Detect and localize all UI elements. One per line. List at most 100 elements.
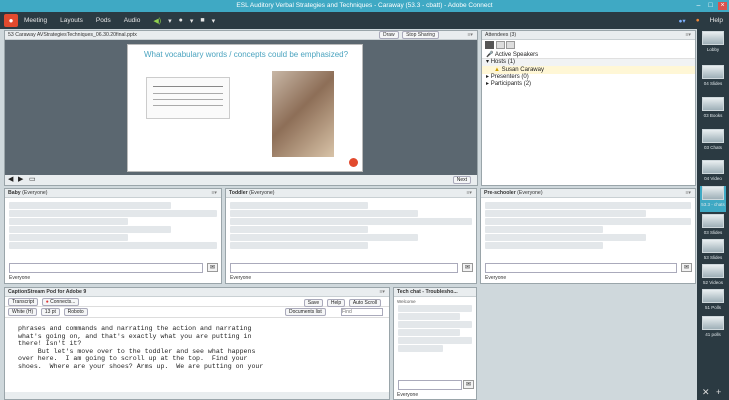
layout-tile[interactable]: 53 Slides <box>700 239 726 265</box>
pod-menu-icon[interactable]: ≡▾ <box>211 189 217 198</box>
caption-pod-header: CaptionStream Pod for Adobe 9 ≡▾ <box>5 288 389 297</box>
list-item <box>9 226 171 233</box>
menu-audio[interactable]: Audio <box>124 17 141 24</box>
chat-scope: (Everyone) <box>22 190 48 196</box>
chat-messages <box>5 198 221 249</box>
add-layout-icon[interactable]: + <box>716 387 721 397</box>
find-input[interactable] <box>341 308 383 316</box>
list-view-icon[interactable] <box>485 41 494 49</box>
layout-tile-active[interactable]: 53.3 - chats <box>700 186 726 212</box>
camera-icon[interactable]: ■ <box>200 17 204 24</box>
attendee-row[interactable]: ▲ Susan Caraway <box>482 66 695 74</box>
menu-meeting[interactable]: Meeting <box>24 17 47 24</box>
layout-tile[interactable]: 52 Videos <box>700 264 726 290</box>
minimize-button[interactable]: – <box>694 2 703 10</box>
font-size-select[interactable]: 13 pt <box>40 308 60 316</box>
chat-recipient[interactable]: Everyone <box>230 275 251 281</box>
chat-header: Pre-schooler (Everyone) ≡▾ <box>481 189 695 198</box>
attendees-header: Attendees (3) ≡▾ <box>482 31 695 40</box>
layout-tile[interactable]: 03 Slides <box>700 214 726 240</box>
slide-embedded-image <box>146 77 230 119</box>
slide-photo <box>272 71 334 157</box>
chat-recipient[interactable]: Everyone <box>9 275 30 281</box>
layout-tile[interactable]: 03 Chats <box>700 129 726 155</box>
chat-pod-pre-schooler: Pre-schooler (Everyone) ≡▾ ✉ Everyone <box>480 188 696 284</box>
sort-icon[interactable] <box>506 41 516 49</box>
menu-pods[interactable]: Pods <box>96 17 111 24</box>
status-icon[interactable]: ●▾ <box>678 17 685 25</box>
chat-input[interactable] <box>9 263 203 273</box>
chat-recipient[interactable]: Everyone <box>397 392 418 398</box>
pod-menu-icon[interactable]: ≡▾ <box>685 189 691 198</box>
list-item <box>485 210 646 217</box>
chat-welcome: Welcome <box>397 299 416 304</box>
menu-help[interactable]: Help <box>710 17 723 24</box>
attendees-pod: Attendees (3) ≡▾ 🎤 Active Speakers ▾ Hos… <box>481 30 696 186</box>
font-color-select[interactable]: White (H) <box>8 308 38 316</box>
list-item <box>398 345 444 352</box>
chat-input[interactable] <box>485 263 677 273</box>
menubar-right: ●▾ ● Help <box>678 12 723 29</box>
active-speakers-row[interactable]: 🎤 Active Speakers <box>482 51 695 59</box>
chat-title: Toddler <box>229 190 248 196</box>
group-presenters[interactable]: ▸ Presenters (0) <box>482 74 695 81</box>
list-item <box>9 218 128 225</box>
grid-view-icon[interactable] <box>495 41 505 49</box>
list-item <box>485 202 691 209</box>
chevron-down-icon[interactable]: ▾ <box>190 17 194 25</box>
list-item <box>398 321 472 328</box>
chat-input[interactable] <box>398 380 462 390</box>
tab-connects[interactable]: ● Connects... <box>41 298 80 306</box>
microphone-icon[interactable]: ● <box>179 17 183 24</box>
host-icon: ▲ <box>494 67 500 73</box>
auto-scroll-toggle[interactable]: Auto Scroll <box>348 299 381 307</box>
chat-recipient[interactable]: Everyone <box>485 275 506 281</box>
layout-tile[interactable]: 41 polls <box>700 316 726 342</box>
list-item <box>230 210 418 217</box>
pod-menu-icon[interactable]: ≡▾ <box>685 31 691 40</box>
next-slide-icon[interactable]: ▶ <box>18 175 23 185</box>
prev-slide-icon[interactable]: ◀ <box>8 175 13 185</box>
layout-tile[interactable]: 03 Books <box>700 97 726 123</box>
list-item <box>485 234 646 241</box>
group-participants[interactable]: ▸ Participants (2) <box>482 81 695 88</box>
attendee-name: Susan Caraway <box>501 67 544 73</box>
attendees-title: Attendees (3) <box>485 32 517 38</box>
chat-messages <box>226 198 476 249</box>
next-button[interactable]: Next <box>452 176 471 184</box>
tab-transcript[interactable]: Transcript <box>8 298 39 306</box>
pod-menu-icon[interactable]: ≡▾ <box>467 31 473 40</box>
settings-icon[interactable]: ✕ <box>702 387 710 398</box>
close-button[interactable]: × <box>718 2 727 10</box>
list-item <box>230 234 418 241</box>
layout-tile[interactable]: 51 Polls <box>700 289 726 315</box>
draw-button[interactable]: Draw <box>378 31 399 39</box>
send-icon[interactable]: ✉ <box>463 380 474 389</box>
send-icon[interactable]: ✉ <box>462 263 473 272</box>
pod-menu-icon[interactable]: ≡▾ <box>466 189 472 198</box>
chevron-down-icon[interactable]: ▾ <box>212 17 216 25</box>
fullscreen-icon[interactable]: ▭ <box>29 175 36 185</box>
save-button[interactable]: Save <box>303 299 324 307</box>
chat-pod-baby: Baby (Everyone) ≡▾ ✉ Everyone <box>4 188 222 284</box>
chat-input[interactable] <box>230 263 458 273</box>
raise-hand-icon[interactable]: ● <box>696 17 700 24</box>
maximize-button[interactable]: □ <box>706 2 715 10</box>
caption-pod-title: CaptionStream Pod for Adobe 9 <box>8 289 87 295</box>
group-hosts[interactable]: ▾ Hosts (1) <box>482 59 695 66</box>
stop-sharing-button[interactable]: Stop Sharing <box>402 31 439 39</box>
font-family-select[interactable]: Roboto <box>63 308 88 316</box>
help-button[interactable]: Help <box>326 299 346 307</box>
chevron-down-icon[interactable]: ▾ <box>168 17 172 25</box>
layout-tile[interactable]: 04 Video <box>700 160 726 186</box>
send-icon[interactable]: ✉ <box>681 263 692 272</box>
menu-layouts[interactable]: Layouts <box>60 17 83 24</box>
layout-tile[interactable]: 04 Slides <box>700 65 726 91</box>
speaker-icon[interactable]: ◀) <box>153 17 161 25</box>
documents-select[interactable]: Documents list <box>285 308 326 316</box>
pod-menu-icon[interactable]: ≡▾ <box>379 288 385 297</box>
record-icon: ● <box>45 299 49 305</box>
caption-tabs: Transcript ● Connects... Save Help Auto … <box>5 297 389 307</box>
layout-tile[interactable]: Lobby <box>700 31 726 57</box>
send-icon[interactable]: ✉ <box>207 263 218 272</box>
